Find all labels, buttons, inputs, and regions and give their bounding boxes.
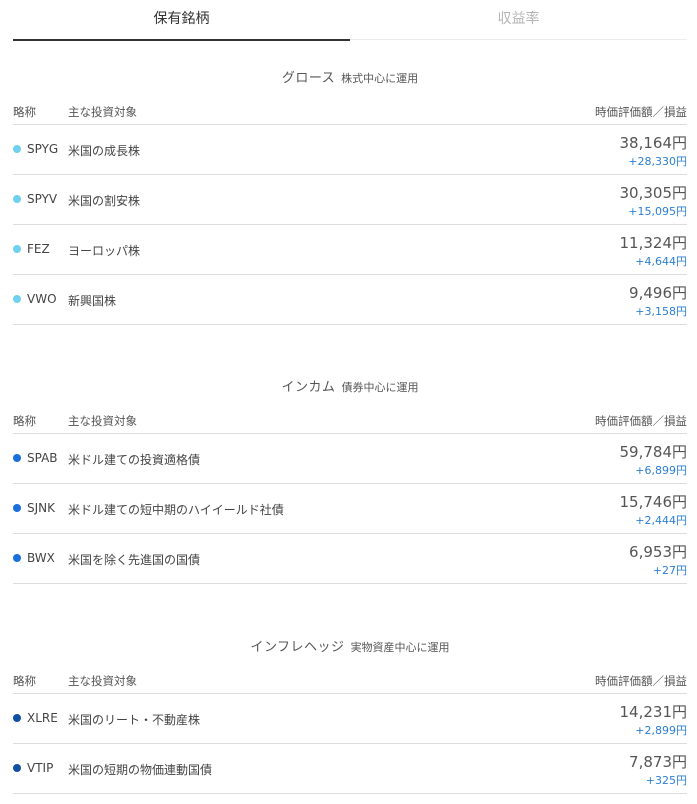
growth-dot-icon [13, 295, 21, 303]
holding-row[interactable]: FEZ ヨーロッパ株 11,324円 +4,644円 [13, 225, 687, 275]
holding-gain: +3,158円 [635, 305, 687, 318]
holding-ticker: FEZ [27, 242, 50, 256]
section-title-text: インカム [281, 380, 336, 395]
holding-gain: +27円 [652, 564, 687, 577]
section-subtitle: 株式中心に運用 [341, 72, 419, 85]
holding-target: 米国を除く先進国の国債 [68, 553, 201, 567]
section-subtitle: 実物資産中心に運用 [350, 641, 450, 654]
section-title: グロース 株式中心に運用 [13, 67, 687, 87]
section-title-text: インフレヘッジ [250, 640, 345, 655]
growth-dot-icon [13, 195, 21, 203]
portfolio-page: 保有銘柄 収益率 グロース 株式中心に運用 略称 主な投資対象 時価評価額／損益 … [0, 0, 697, 804]
header-short-name: 略称 [13, 414, 36, 428]
holding-gain: +2,444円 [635, 514, 687, 527]
holding-target: 米ドル建ての投資適格債 [68, 453, 201, 467]
section-inflation-hedge: インフレヘッジ 実物資産中心に運用 略称 主な投資対象 時価評価額／損益 XLRE… [13, 636, 687, 794]
income-dot-icon [13, 504, 21, 512]
holding-ticker: SPAB [27, 451, 58, 465]
holding-value: 30,305円 [619, 184, 688, 202]
section-title: インカム 債券中心に運用 [13, 376, 687, 396]
section-growth: グロース 株式中心に運用 略称 主な投資対象 時価評価額／損益 SPYG 米国の成… [13, 67, 687, 325]
holding-row[interactable]: VWO 新興国株 9,496円 +3,158円 [13, 275, 687, 325]
holding-row[interactable]: SPYV 米国の割安株 30,305円 +15,095円 [13, 175, 687, 225]
section-subtitle: 債券中心に運用 [341, 381, 419, 394]
holding-ticker: XLRE [27, 711, 58, 725]
header-target: 主な投資対象 [68, 414, 137, 428]
hedge-dot-icon [13, 714, 21, 722]
holding-target: 米国の短期の物価連動国債 [68, 763, 213, 777]
tab-bar: 保有銘柄 収益率 [13, 0, 687, 41]
section-income: インカム 債券中心に運用 略称 主な投資対象 時価評価額／損益 SPAB 米ドル建… [13, 376, 687, 584]
column-header: 略称 主な投資対象 時価評価額／損益 [13, 410, 687, 434]
holding-row[interactable]: SJNK 米ドル建ての短中期のハイイールド社債 15,746円 +2,444円 [13, 484, 687, 534]
header-value-gain: 時価評価額／損益 [595, 674, 687, 688]
growth-dot-icon [13, 245, 21, 253]
header-target: 主な投資対象 [68, 674, 137, 688]
holding-value: 14,231円 [619, 703, 688, 721]
holding-target: 米国のリート・不動産株 [68, 713, 201, 727]
holding-ticker: SPYV [27, 192, 58, 206]
holding-gain: +15,095円 [628, 205, 687, 218]
header-target: 主な投資対象 [68, 105, 137, 119]
tab-returns[interactable]: 収益率 [350, 0, 687, 40]
holding-value: 59,784円 [619, 443, 688, 461]
section-title-text: グロース [281, 71, 336, 86]
holding-row[interactable]: VTIP 米国の短期の物価連動国債 7,873円 +325円 [13, 744, 687, 794]
header-value-gain: 時価評価額／損益 [595, 414, 687, 428]
header-value-gain: 時価評価額／損益 [595, 105, 687, 119]
section-title: インフレヘッジ 実物資産中心に運用 [13, 636, 687, 656]
holding-value: 7,873円 [629, 753, 687, 771]
holding-row[interactable]: SPYG 米国の成長株 38,164円 +28,330円 [13, 125, 687, 175]
holding-target: 新興国株 [68, 294, 117, 308]
holding-value: 15,746円 [619, 493, 688, 511]
header-short-name: 略称 [13, 674, 36, 688]
holding-value: 11,324円 [619, 234, 688, 252]
income-dot-icon [13, 554, 21, 562]
holding-ticker: VWO [27, 292, 57, 306]
holding-gain: +4,644円 [635, 255, 687, 268]
holding-target: ヨーロッパ株 [68, 244, 141, 258]
holding-gain: +6,899円 [635, 464, 687, 477]
holding-target: 米国の割安株 [68, 194, 141, 208]
hedge-dot-icon [13, 764, 21, 772]
column-header: 略称 主な投資対象 時価評価額／損益 [13, 670, 687, 694]
holding-value: 9,496円 [629, 284, 687, 302]
holding-gain: +325円 [645, 774, 687, 787]
income-dot-icon [13, 454, 21, 462]
holding-target: 米ドル建ての短中期のハイイールド社債 [68, 503, 284, 517]
holding-gain: +28,330円 [628, 155, 687, 168]
header-short-name: 略称 [13, 105, 36, 119]
holding-row[interactable]: SPAB 米ドル建ての投資適格債 59,784円 +6,899円 [13, 434, 687, 484]
holding-ticker: SPYG [27, 142, 59, 156]
tab-holdings[interactable]: 保有銘柄 [13, 0, 350, 41]
holding-ticker: VTIP [27, 761, 54, 775]
column-header: 略称 主な投資対象 時価評価額／損益 [13, 101, 687, 125]
growth-dot-icon [13, 145, 21, 153]
holding-ticker: SJNK [27, 501, 56, 515]
holding-gain: +2,899円 [635, 724, 687, 737]
holding-value: 6,953円 [629, 543, 687, 561]
holding-ticker: BWX [27, 551, 55, 565]
holding-row[interactable]: BWX 米国を除く先進国の国債 6,953円 +27円 [13, 534, 687, 584]
holding-target: 米国の成長株 [68, 144, 141, 158]
holding-value: 38,164円 [619, 134, 688, 152]
holding-row[interactable]: XLRE 米国のリート・不動産株 14,231円 +2,899円 [13, 694, 687, 744]
